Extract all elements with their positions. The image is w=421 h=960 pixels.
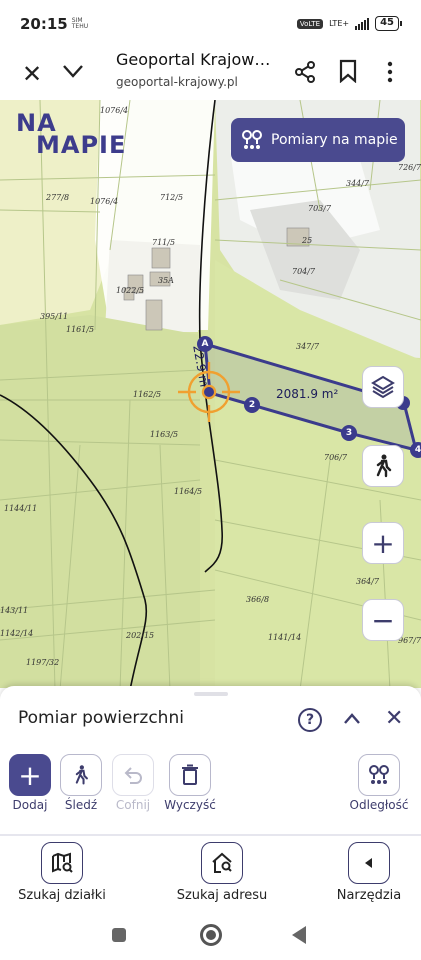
parcel-number-label: 35A [158,276,174,285]
parcel-number-label: 143/11 [0,606,29,615]
parcel-number-label: 1161/5 [66,325,95,334]
parcel-number-label: 1164/5 [174,487,203,496]
house-search-icon [201,842,243,884]
distance-mode-label: Odległość [349,798,409,812]
recents-icon[interactable] [112,928,126,942]
parcel-number-label: 395/11 [40,312,69,321]
parcel-number-label: 1144/11 [4,504,38,513]
parcel-number-label: 202/15 [126,631,155,640]
brand-logo: NA MAPIE [16,111,127,159]
parcel-number-label: 1022/5 [116,286,145,295]
parcel-number-label: 712/5 [160,193,184,202]
parcel-number-label: 1142/14 [0,629,34,638]
search-address-button[interactable]: Szukaj adresu [162,842,282,903]
status-time: 20:15 [20,15,68,33]
parcel-number-label: 1197/32 [26,658,60,667]
sheet-drag-handle[interactable] [194,692,228,696]
minus-icon: − [371,603,395,637]
app-root: 20:15 SIM TEHU VoLTE LTE+ 45 ✕ Geoportal… [0,0,421,960]
map-canvas [0,100,421,688]
walking-person-icon [376,454,392,478]
bookmark-icon[interactable] [338,59,358,83]
parcel-number-label: 277/8 [46,193,70,202]
battery-icon: 45 [375,16,402,31]
measure-area-panel: Pomiar powierzchni ? ✕ + Dodaj Śledź Cof… [0,686,421,834]
sim-indicator: SIM TEHU [71,17,89,30]
track-button[interactable]: Śledź [51,754,111,812]
status-icons: VoLTE LTE+ 45 [296,16,402,31]
page-title: Geoportal Krajow… [116,50,271,69]
undo-label: Cofnij [115,798,151,812]
parcel-number-label: 364/7 [356,577,380,586]
area-label: 2081.9 m² [276,387,339,401]
arrow-left-icon [348,842,390,884]
undo-icon [112,754,154,796]
vertex-marker[interactable]: 2 [244,397,260,413]
walking-person-icon [60,754,102,796]
more-icon[interactable] [386,60,394,84]
parcel-number-label: 1163/5 [150,430,179,439]
measure-pins-icon [358,754,400,796]
close-panel-icon[interactable]: ✕ [385,706,403,731]
zoom-in-button[interactable]: + [362,522,404,564]
zoom-out-button[interactable]: − [362,599,404,641]
system-navigation-bar [0,910,421,960]
help-icon[interactable]: ? [298,708,322,732]
measurements-button[interactable]: Pomiary na mapie [231,118,405,162]
layers-button[interactable] [362,366,404,408]
map-view[interactable]: 1076/4 277/8 1076/4 712/5 344/7 726/7 703/7 711… [0,100,421,688]
signal-icon [355,17,370,30]
share-icon[interactable] [293,60,317,84]
parcel-number-label: 25 [302,236,313,245]
map-search-icon [41,842,83,884]
parcel-number-label: 1141/14 [268,633,302,642]
tools-button[interactable]: Narzędzia [309,842,421,903]
panel-title: Pomiar powierzchni [18,708,184,728]
back-icon[interactable] [292,926,306,944]
tools-label: Narzędzia [336,888,402,903]
parcel-number-label: 366/8 [246,595,270,604]
vertex-marker[interactable]: 4 [410,442,421,458]
parcel-number-label: 1162/5 [133,390,162,399]
search-parcel-button[interactable]: Szukaj działki [2,842,122,903]
measurements-button-label: Pomiary na mapie [271,132,398,148]
measure-pins-icon [242,130,262,149]
parcel-number-label: 1076/4 [90,197,119,206]
parcel-number-label: 703/7 [308,204,332,213]
chevron-up-icon[interactable] [341,708,363,730]
home-icon[interactable] [200,924,222,946]
walk-mode-button[interactable] [362,445,404,487]
trash-icon [169,754,211,796]
search-address-label: Szukaj adresu [176,888,268,903]
clear-button[interactable]: Wyczyść [160,754,220,812]
browser-toolbar: ✕ Geoportal Krajow… geoportal-krajowy.pl [0,48,421,100]
parcel-number-label: 347/7 [296,342,320,351]
vertex-marker[interactable]: A [197,336,213,352]
chevron-down-icon[interactable] [60,58,86,84]
plus-icon: + [371,526,395,560]
status-bar: 20:15 SIM TEHU VoLTE LTE+ 45 [0,0,421,48]
parcel-number-label: 706/7 [324,453,348,462]
page-url[interactable]: geoportal-krajowy.pl [116,75,238,89]
parcel-number-label: 711/5 [152,238,176,247]
undo-button[interactable]: Cofnij [103,754,163,812]
brand-line-2: MAPIE [36,131,127,159]
close-icon[interactable]: ✕ [20,60,44,88]
bottom-navigation: Szukaj działki Szukaj adresu Narzędzia [0,834,421,910]
parcel-number-label: 704/7 [292,267,316,276]
parcel-number-label: 726/7 [398,163,421,172]
volte-icon: VoLTE [296,18,324,29]
clear-label: Wyczyść [164,798,216,812]
track-label: Śledź [64,798,98,812]
network-type: LTE+ [329,19,350,28]
distance-mode-button[interactable]: Odległość [349,754,409,812]
search-parcel-label: Szukaj działki [18,888,106,903]
parcel-number-label: 344/7 [346,179,370,188]
vertex-marker[interactable]: 3 [341,425,357,441]
layers-icon [371,375,395,399]
plus-icon: + [9,754,51,796]
